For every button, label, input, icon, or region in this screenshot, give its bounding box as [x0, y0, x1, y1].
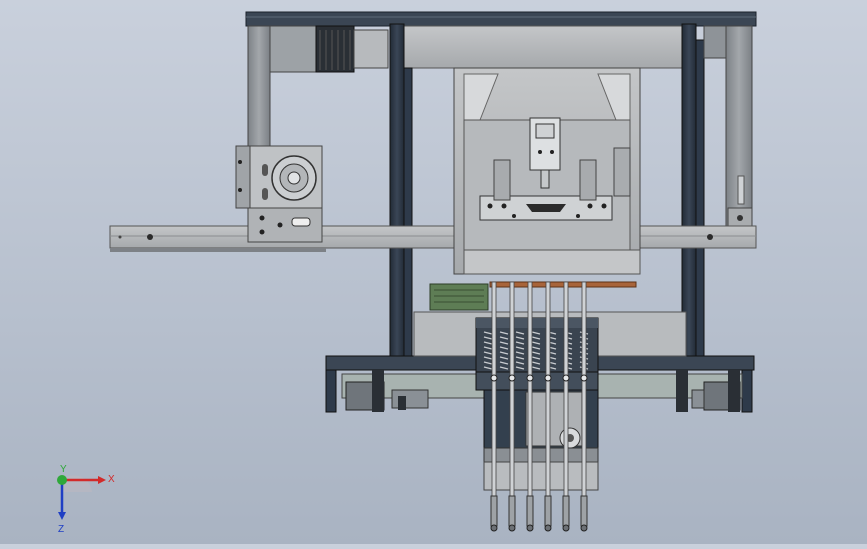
x-arrowhead	[98, 476, 106, 484]
right-inner-column	[695, 39, 705, 361]
nozzle	[562, 281, 570, 532]
right-bracket	[703, 25, 727, 59]
z-axis-label: Z	[58, 524, 64, 534]
nozzle	[544, 281, 552, 532]
left-inner-column	[403, 67, 413, 361]
nozzle	[580, 281, 588, 532]
left-main-column	[389, 23, 405, 361]
nozzle	[490, 281, 498, 532]
stepper-motor	[315, 25, 355, 73]
y-axis-label: Y	[60, 464, 67, 475]
top-mount-plate	[401, 25, 685, 69]
nozzle	[526, 281, 534, 532]
right-main-column	[681, 23, 697, 361]
left-upright-arm	[247, 25, 271, 155]
x-axis-label: X	[108, 474, 115, 485]
z-arrowhead	[58, 512, 66, 520]
cad-viewport[interactable]	[0, 0, 867, 544]
top-frame-beam	[245, 11, 757, 27]
left-carriage-block	[247, 207, 323, 243]
horizontal-guide-rail	[109, 225, 757, 249]
motor-coupling	[353, 29, 389, 69]
motor-housing	[269, 25, 317, 73]
assembly-drawing[interactable]	[0, 0, 867, 544]
y-axis-dot	[57, 475, 67, 485]
axis-triad: X Y Z	[57, 464, 115, 534]
green-board	[429, 283, 489, 311]
nozzle	[508, 281, 516, 532]
